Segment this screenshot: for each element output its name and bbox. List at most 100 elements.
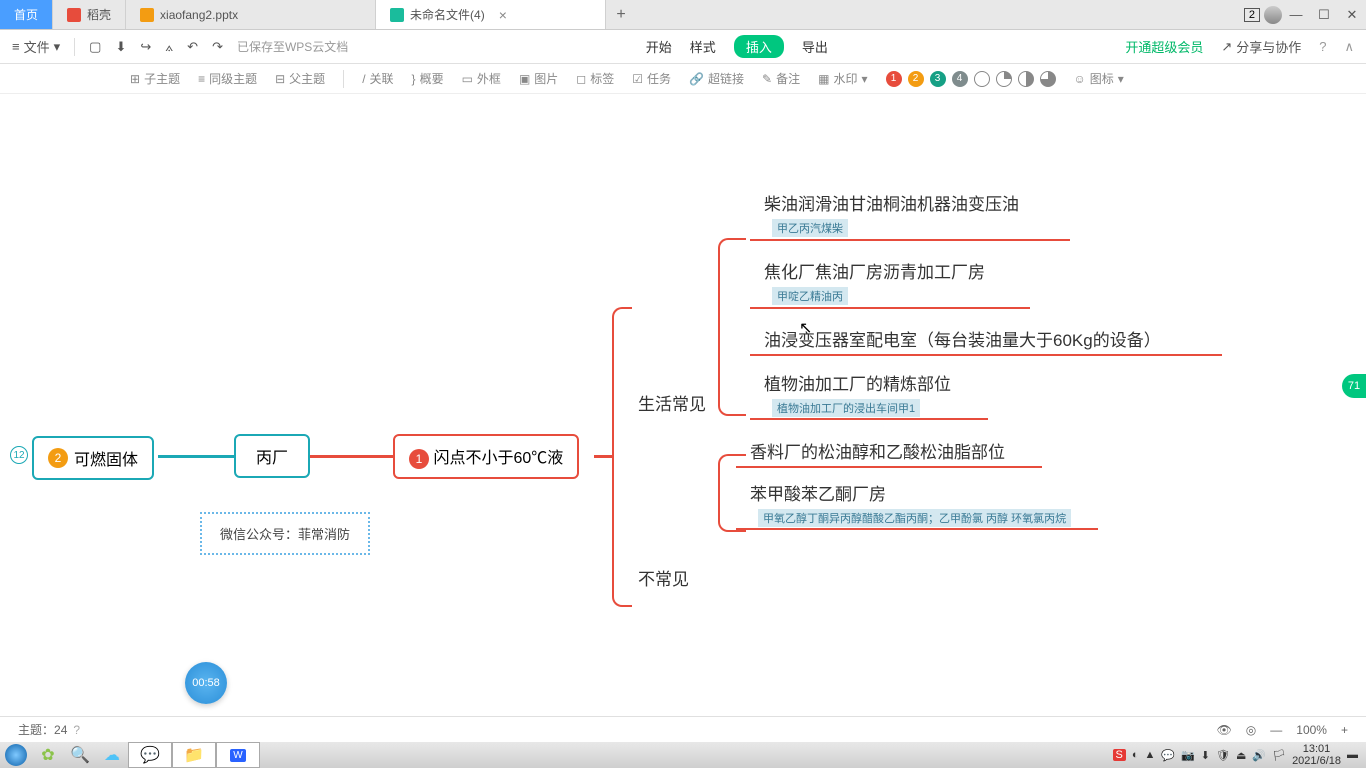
tab-active[interactable]: 未命名文件(4)× xyxy=(376,0,606,29)
count-badge: 2 xyxy=(1244,8,1260,22)
bracket xyxy=(612,307,632,607)
rb-watermark[interactable]: ▦ 水印 ▾ xyxy=(818,70,867,87)
close-button[interactable]: ✕ xyxy=(1338,0,1366,30)
rb-summary[interactable]: } 概要 xyxy=(412,70,444,87)
download-icon[interactable]: ⬇ xyxy=(115,39,126,55)
new-tab-button[interactable]: + xyxy=(606,0,636,29)
bracket xyxy=(718,238,746,416)
export-icon[interactable]: ↪ xyxy=(140,39,151,55)
underline xyxy=(736,528,1098,530)
wps-icon[interactable]: W xyxy=(216,742,260,768)
progress-bubble[interactable]: 71 xyxy=(1342,374,1366,398)
clock[interactable]: 13:012021/6/18 xyxy=(1292,743,1341,767)
rb-tag[interactable]: ◻ 标签 xyxy=(576,70,614,87)
tray-icon[interactable]: ◐ xyxy=(1132,749,1139,761)
leaf-node[interactable]: 柴油润滑油甘油桐油机器油变压油 xyxy=(764,190,1019,215)
collapse-icon[interactable]: ∧ xyxy=(1344,39,1354,55)
rb-note[interactable]: ✎ 备注 xyxy=(762,70,800,87)
share-button[interactable]: ↗ 分享与协作 xyxy=(1221,37,1301,56)
rb-frame[interactable]: ▭ 外框 xyxy=(462,70,501,87)
rb-picture[interactable]: ▣ 图片 xyxy=(519,70,558,87)
explorer-icon[interactable]: 📁 xyxy=(172,742,216,768)
note-box[interactable]: 微信公众号：菲常消防 xyxy=(200,512,370,555)
leaf-node[interactable]: 苯甲酸苯乙酮厂房 xyxy=(750,480,886,505)
premium-link[interactable]: 开通超级会员 xyxy=(1125,37,1203,56)
mindmap-icon xyxy=(390,8,404,22)
redo-icon[interactable]: ↷ xyxy=(212,39,223,55)
rb-subtopic[interactable]: ⊞ 子主题 xyxy=(130,70,180,87)
menu-insert[interactable]: 插入 xyxy=(734,35,784,58)
help-icon[interactable]: ? xyxy=(73,723,80,737)
rb-task[interactable]: ☑ 任务 xyxy=(632,70,671,87)
leaf-node[interactable]: 香料厂的松油醇和乙酸松油脂部位 xyxy=(750,438,1005,463)
cloud-icon[interactable]: ☁ xyxy=(96,742,128,768)
timer-bubble[interactable]: 00:58 xyxy=(185,662,227,704)
tab-label: xiaofang2.pptx xyxy=(160,8,238,22)
zoom-in[interactable]: + xyxy=(1341,723,1348,737)
underline xyxy=(750,239,1070,241)
rb-icon[interactable]: ☺ 图标 ▾ xyxy=(1074,70,1124,87)
window-controls: 2 — ☐ ✕ xyxy=(1244,0,1366,29)
eye-icon[interactable]: 👁 xyxy=(1217,723,1232,737)
close-icon[interactable]: × xyxy=(499,7,507,23)
maximize-button[interactable]: ☐ xyxy=(1310,0,1338,30)
search-icon[interactable]: 🔍 xyxy=(64,742,96,768)
tab-pptx[interactable]: xiaofang2.pptx xyxy=(126,0,376,29)
system-tray[interactable]: S ◐ ▲ 💬 📷 ⬇ 🛡 ⏏ 🔊 🏳 13:012021/6/18 ▬ xyxy=(1113,743,1366,767)
minimize-button[interactable]: — xyxy=(1282,0,1310,30)
format-icon[interactable]: ⟑ xyxy=(165,39,173,55)
avatar[interactable] xyxy=(1264,6,1282,24)
menu-style[interactable]: 样式 xyxy=(690,37,716,56)
menu-start[interactable]: 开始 xyxy=(646,37,672,56)
ribbon: ⊞ 子主题 ≡ 同级主题 ⊟ 父主题 / 关联 } 概要 ▭ 外框 ▣ 图片 ◻… xyxy=(0,64,1366,94)
tray-icon[interactable]: 🔊 xyxy=(1252,749,1266,762)
task-icon[interactable]: ✿ xyxy=(32,742,64,768)
branch-uncommon[interactable]: 不常见 xyxy=(638,565,689,590)
tray-icon[interactable]: ⬇ xyxy=(1201,749,1210,762)
tray-icon[interactable]: ▲ xyxy=(1145,749,1156,761)
rb-peer[interactable]: ≡ 同级主题 xyxy=(198,70,257,87)
undo-icon[interactable]: ↶ xyxy=(187,39,198,55)
file-menu[interactable]: ≡ 文件 ▾ xyxy=(12,37,60,56)
rb-relation[interactable]: / 关联 xyxy=(362,70,393,87)
underline xyxy=(736,466,1042,468)
show-desktop[interactable]: ▬ xyxy=(1347,749,1358,761)
help-icon[interactable]: ? xyxy=(1319,39,1326,54)
tab-docer[interactable]: 稻壳 xyxy=(53,0,126,29)
tab-bar: 首页 稻壳 xiaofang2.pptx 未命名文件(4)× + 2 — ☐ ✕ xyxy=(0,0,1366,30)
branch-common[interactable]: 生活常见 xyxy=(638,390,706,415)
node-flashpoint[interactable]: 1 闪点不小于60℃液 xyxy=(393,434,579,479)
rb-link[interactable]: 🔗 超链接 xyxy=(689,70,744,87)
connector xyxy=(158,455,234,458)
tray-icon[interactable]: S xyxy=(1113,749,1126,761)
tab-home[interactable]: 首页 xyxy=(0,0,53,29)
leaf-tag: 植物油加工厂的浸出车间甲1 xyxy=(772,399,920,417)
theme-count: 24 xyxy=(54,723,67,737)
node-root[interactable]: 2可燃固体 xyxy=(32,436,154,480)
new-icon[interactable]: ▢ xyxy=(89,39,101,55)
leaf-node[interactable]: 植物油加工厂的精炼部位 xyxy=(764,370,951,395)
tray-icon[interactable]: 💬 xyxy=(1161,749,1175,762)
priority-dots[interactable]: 1234 xyxy=(886,71,1056,87)
node-label: 可燃固体 xyxy=(74,446,138,470)
taskbar: ✿ 🔍 ☁ 💬 📁 W S ◐ ▲ 💬 📷 ⬇ 🛡 ⏏ 🔊 🏳 13:01202… xyxy=(0,742,1366,768)
target-icon[interactable]: ◎ xyxy=(1246,723,1256,737)
leaf-tag: 甲氧乙醇丁酮异丙醇醋酸乙酯丙酮；乙甲酚氯 丙醇 环氧氯丙烷 xyxy=(758,509,1071,527)
rb-parent[interactable]: ⊟ 父主题 xyxy=(275,70,325,87)
node-bingchang[interactable]: 丙厂 xyxy=(234,434,310,478)
tray-icon[interactable]: ⏏ xyxy=(1236,749,1246,762)
start-button[interactable] xyxy=(0,742,32,768)
mindmap-canvas[interactable]: 12 2可燃固体 丙厂 1 闪点不小于60℃液 微信公众号：菲常消防 生活常见 … xyxy=(0,94,1366,716)
zoom-out[interactable]: — xyxy=(1270,723,1282,737)
cloud-status: 已保存至WPS云文档 xyxy=(237,38,348,55)
tray-icon[interactable]: 🏳 xyxy=(1272,749,1286,762)
docer-icon xyxy=(67,8,81,22)
tray-icon[interactable]: 📷 xyxy=(1181,749,1195,762)
theme-label: 主题： xyxy=(18,721,54,738)
tray-icon[interactable]: 🛡 xyxy=(1216,749,1230,762)
underline xyxy=(750,418,988,420)
leaf-node[interactable]: 油浸变压器室配电室（每台装油量大于60Kg的设备） xyxy=(764,326,1161,351)
wechat-icon[interactable]: 💬 xyxy=(128,742,172,768)
leaf-node[interactable]: 焦化厂焦油厂房沥青加工厂房 xyxy=(764,258,985,283)
menu-export[interactable]: 导出 xyxy=(802,37,828,56)
